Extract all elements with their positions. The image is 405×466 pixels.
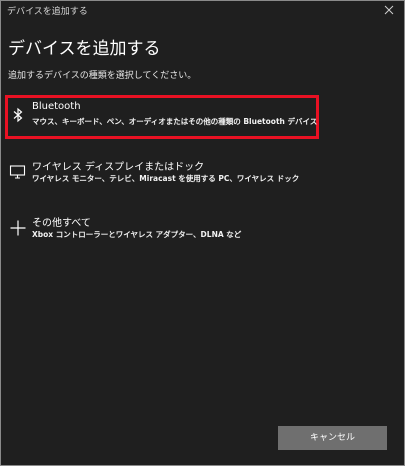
option-everything-else[interactable]: その他すべて Xbox コントローラーとワイヤレス アダプター、DLNA など xyxy=(5,209,319,253)
add-device-dialog: デバイスを追加する デバイスを追加する 追加するデバイスの種類を選択してください… xyxy=(0,0,405,466)
option-label: ワイヤレス ディスプレイまたはドック xyxy=(32,162,205,173)
bluetooth-icon xyxy=(13,107,23,123)
plus-icon xyxy=(10,220,26,236)
option-description: マウス、キーボード、ペン、オーディオまたはその他の種類の Bluetooth デ… xyxy=(32,117,318,126)
page-subtitle: 追加するデバイスの種類を選択してください。 xyxy=(8,71,197,81)
option-description: ワイヤレス モニター、テレビ、Miracast を使用する PC、ワイヤレス ド… xyxy=(32,174,300,183)
title-bar: デバイスを追加する xyxy=(1,1,404,20)
option-description: Xbox コントローラーとワイヤレス アダプター、DLNA など xyxy=(32,230,242,239)
window-title: デバイスを追加する xyxy=(7,7,88,17)
option-label: Bluetooth xyxy=(32,101,81,112)
option-bluetooth[interactable]: Bluetooth マウス、キーボード、ペン、オーディオまたはその他の種類の B… xyxy=(5,95,319,139)
page-title: デバイスを追加する xyxy=(8,39,161,59)
close-icon[interactable] xyxy=(382,3,396,17)
monitor-icon xyxy=(9,165,26,179)
option-wireless-display[interactable]: ワイヤレス ディスプレイまたはドック ワイヤレス モニター、テレビ、Miraca… xyxy=(5,153,319,197)
option-label: その他すべて xyxy=(32,218,91,229)
cancel-button[interactable]: キャンセル xyxy=(278,426,387,450)
